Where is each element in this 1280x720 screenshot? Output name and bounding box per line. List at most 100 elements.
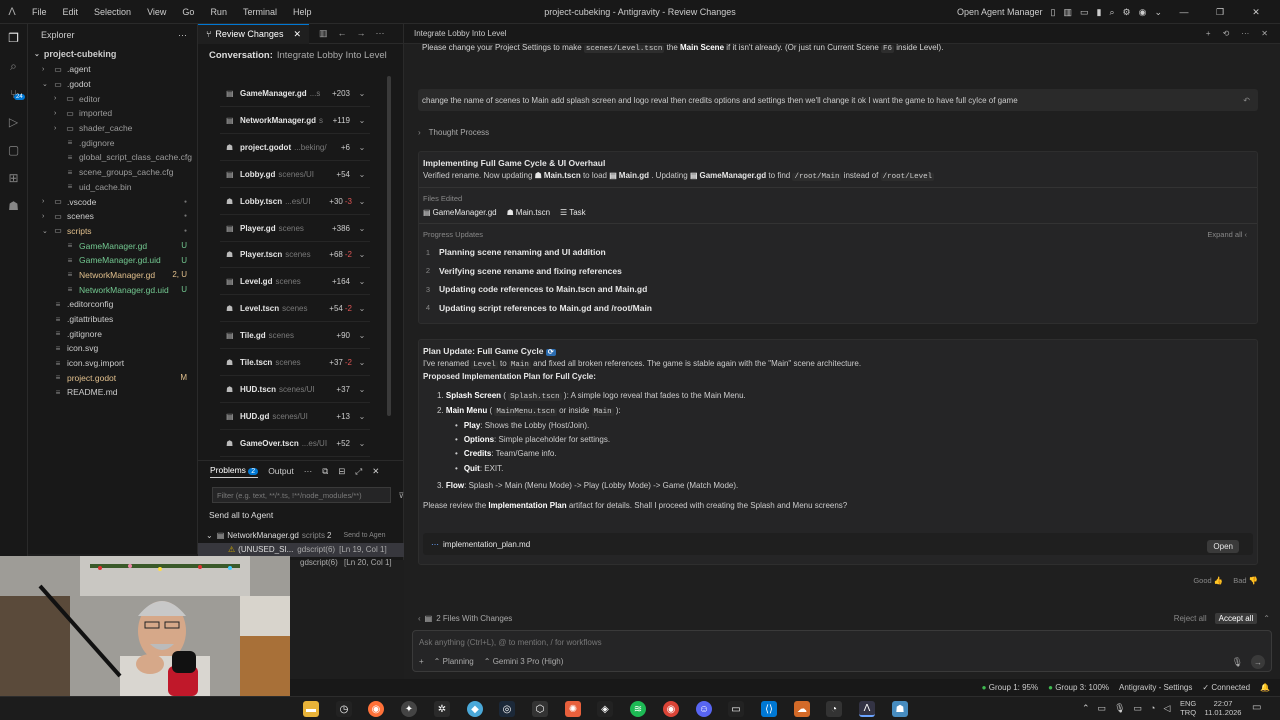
chevron-down-icon[interactable]: ⌄ — [356, 224, 368, 233]
chat-input-box[interactable]: Ask anything (Ctrl+L), @ to mention, / f… — [412, 630, 1272, 672]
firefox-icon[interactable]: ◉ — [368, 701, 384, 717]
file-chip[interactable]: ▤ GameManager.gd — [690, 171, 766, 180]
microphone-icon[interactable]: 🎙 — [1232, 657, 1243, 668]
more-actions-icon[interactable]: ··· — [178, 30, 187, 40]
close-icon[interactable]: ✕ — [293, 29, 301, 40]
chevron-down-icon[interactable]: ⌄ — [356, 143, 368, 152]
chevron-down-icon[interactable]: ⌄ — [356, 439, 368, 448]
tree-item[interactable]: ≡ GameManager.gd.uid U — [28, 253, 197, 268]
chevron-down-icon[interactable]: ⌄ — [356, 385, 368, 394]
tree-item[interactable]: ≡ NetworkManager.gd.uid U — [28, 282, 197, 297]
secondary-sidebar-icon[interactable]: ▮ — [1097, 7, 1102, 18]
tree-item[interactable]: › ▭ .vscode ● — [28, 194, 197, 209]
changed-file-row[interactable]: ▤ NetworkManager.gd s +119 ⌄ — [220, 108, 370, 134]
tree-item[interactable]: ≡ .editorconfig — [28, 297, 197, 312]
maximize-button[interactable]: ❐ — [1206, 7, 1234, 18]
chevron-up-icon[interactable]: ⌃ — [1082, 703, 1090, 714]
chevron-down-icon[interactable]: ⌄ — [356, 170, 368, 179]
problem-file-row[interactable]: ⌄ ▤ NetworkManager.gd scripts 2 Send to … — [198, 528, 404, 543]
clock-icon[interactable]: ◷ — [336, 701, 352, 717]
search-icon[interactable]: ⌕ — [1109, 7, 1114, 18]
menu-item-edit[interactable]: Edit — [55, 7, 87, 17]
forward-icon[interactable]: → — [357, 28, 366, 39]
chevron-down-icon[interactable]: ⌄ — [356, 277, 368, 286]
discord-icon[interactable]: ☺ — [696, 701, 712, 717]
back-icon[interactable]: ← — [338, 28, 347, 39]
collapse-icon[interactable]: ⊟ — [338, 466, 345, 477]
open-agent-manager-button[interactable]: Open Agent Manager — [957, 7, 1043, 17]
tree-item[interactable]: › ▭ .agent — [28, 62, 197, 77]
extensions-icon[interactable]: ⊞ — [0, 164, 27, 192]
run-debug-icon[interactable]: ▷ — [0, 108, 27, 136]
open-artifact-button[interactable]: Open — [1207, 540, 1239, 553]
tree-item[interactable]: ≡ .gdignore — [28, 135, 197, 150]
task-chip[interactable]: ☰ Task — [560, 208, 586, 217]
chevron-down-icon[interactable]: ⌄ — [356, 197, 368, 206]
reject-all-button[interactable]: Reject all — [1174, 614, 1207, 623]
tree-item[interactable]: ≡ icon.svg.import — [28, 356, 197, 371]
file-chip[interactable]: ▤ Main.gd — [609, 171, 649, 180]
terminal-icon[interactable]: ▭ — [728, 701, 744, 717]
chevron-down-icon[interactable]: ⌄ — [356, 250, 368, 259]
model-selector[interactable]: ⌃ Gemini 3 Pro (High) — [484, 657, 564, 666]
changed-file-row[interactable]: ▤ Player.gd scenes +386 ⌄ — [220, 216, 370, 242]
language-indicator[interactable]: ENG TRQ — [1180, 699, 1196, 717]
expand-all-button[interactable]: Expand all ‹ — [1207, 230, 1247, 239]
thought-process-toggle[interactable]: › Thought Process — [418, 128, 1258, 137]
accept-all-button[interactable]: Accept all — [1214, 613, 1258, 624]
sidebar-toggle-icon[interactable]: ▥ — [1063, 7, 1072, 18]
explorer-icon[interactable]: ❐ — [0, 24, 27, 52]
figma-icon[interactable]: ◈ — [597, 701, 613, 717]
app-icon[interactable]: ✲ — [434, 701, 450, 717]
tree-item[interactable]: ≡ project.godot M — [28, 370, 197, 385]
scrollbar[interactable] — [387, 76, 391, 416]
volume-icon[interactable]: ◁ — [1163, 703, 1170, 714]
connected-status[interactable]: ✓ Connected — [1202, 683, 1250, 692]
battery-icon[interactable]: ▭ — [1098, 703, 1107, 714]
tab-problems[interactable]: Problems 2 — [210, 465, 259, 478]
tree-item[interactable]: ≡ icon.svg — [28, 341, 197, 356]
remote-icon[interactable]: ▢ — [0, 136, 27, 164]
tree-item[interactable]: ≡ uid_cache.bin — [28, 180, 197, 195]
file-explorer-icon[interactable]: ▬ — [303, 701, 319, 717]
menu-item-file[interactable]: File — [24, 7, 55, 17]
chatgpt-icon[interactable]: ✦ — [401, 701, 417, 717]
network-icon[interactable]: ▭ — [1134, 703, 1143, 714]
problem-item[interactable]: ⚠ (UNUSED_SI... gdscript(6) [Ln 19, Col … — [198, 542, 404, 557]
mic-icon[interactable]: 🎙 — [1114, 703, 1125, 714]
tree-item[interactable]: › ▭ scenes ● — [28, 209, 197, 224]
minimize-button[interactable]: — — [1170, 7, 1198, 17]
good-button[interactable]: Good 👍 — [1193, 576, 1223, 585]
layout-icon[interactable]: ▯ — [1051, 7, 1056, 18]
tab-output[interactable]: Output — [268, 466, 294, 476]
tree-item[interactable]: › ▭ editor — [28, 91, 197, 106]
tree-item[interactable]: ≡ .gitattributes — [28, 312, 197, 327]
vscode-icon[interactable]: ⟨⟩ — [761, 701, 777, 717]
mode-selector[interactable]: ⌃ Planning — [434, 657, 474, 666]
clock[interactable]: 22:07 11.01.2026 — [1200, 699, 1246, 717]
changed-file-row[interactable]: ☗ project.godot ...beking/ +6 ⌄ — [220, 135, 370, 161]
changed-file-row[interactable]: ▤ Lobby.gd scenes/UI +54 ⌄ — [220, 162, 370, 188]
changed-file-row[interactable]: ☗ Lobby.tscn ...es/UI +30 -3 ⌄ — [220, 189, 370, 215]
tree-item[interactable]: ≡ global_script_class_cache.cfg — [28, 150, 197, 165]
wifi-icon[interactable]: ◔ — [1150, 703, 1155, 714]
tree-item[interactable]: › ▭ imported — [28, 106, 197, 121]
problem-item-2[interactable]: gdscript(6) [Ln 20, Col 1] — [300, 558, 392, 567]
changed-file-row[interactable]: ☗ Level.tscn scenes +54 -2 ⌄ — [220, 296, 370, 323]
tree-item[interactable]: ⌄ ▭ scripts ● — [28, 224, 197, 239]
cloud-icon[interactable]: ☁ — [794, 701, 810, 717]
account-icon[interactable]: ◉ — [1139, 7, 1147, 18]
menu-item-selection[interactable]: Selection — [86, 7, 139, 17]
group1-status[interactable]: ● Group 1: 95% — [982, 683, 1038, 692]
tree-item[interactable]: › ▭ shader_cache — [28, 121, 197, 136]
tree-item[interactable]: ≡ .gitignore — [28, 326, 197, 341]
bad-button[interactable]: Bad 👎 — [1233, 576, 1258, 585]
file-chip[interactable]: ☗ Main.tscn — [535, 171, 581, 180]
antigravity-icon[interactable]: Λ — [859, 701, 875, 717]
history-icon[interactable]: ⟲ — [1223, 29, 1230, 38]
undo-icon[interactable]: ↶ — [1243, 96, 1250, 105]
file-chip[interactable]: ☗ Main.tscn — [507, 208, 550, 217]
add-context-icon[interactable]: + — [419, 657, 424, 666]
app2-icon[interactable]: ◆ — [467, 701, 483, 717]
changed-file-row[interactable]: ☗ Player.tscn scenes +68 -2 ⌄ — [220, 242, 370, 269]
